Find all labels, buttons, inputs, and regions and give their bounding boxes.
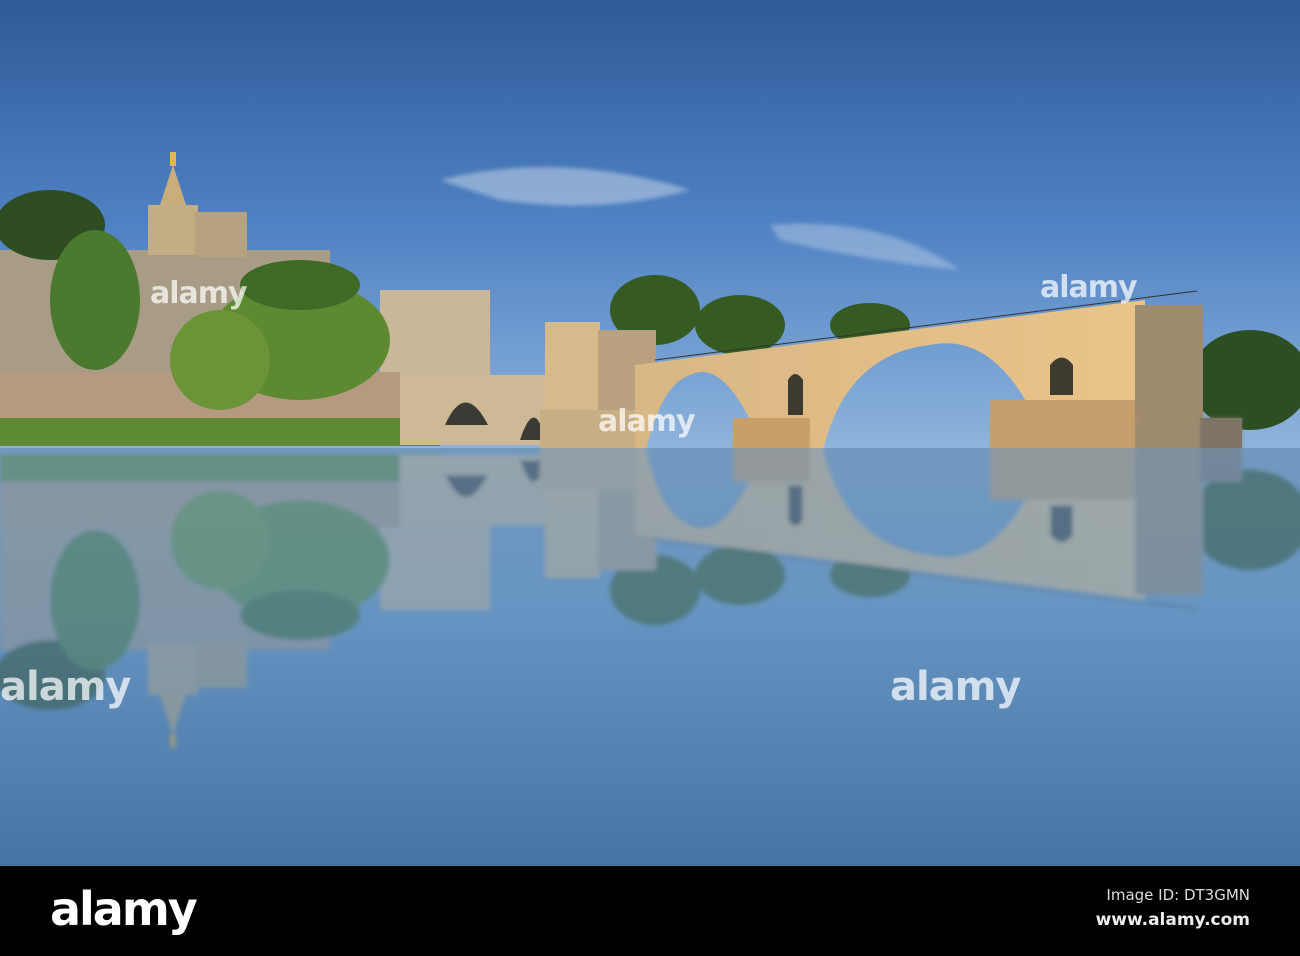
image-id: Image ID: DT3GMN: [1106, 886, 1250, 904]
watermark-text: alamy: [598, 404, 696, 439]
alamy-logo: alamy: [50, 882, 198, 936]
stock-photo: alamy alamy alamy alamy alamy alamy Imag…: [0, 0, 1300, 956]
watermark-text: alamy: [150, 276, 248, 311]
website-link[interactable]: www.alamy.com: [1096, 910, 1250, 930]
footer-bar: alamy Image ID: DT3GMN www.alamy.com: [0, 866, 1300, 956]
watermark-text: alamy: [0, 664, 131, 710]
watermark-text: alamy: [890, 664, 1021, 710]
watermark-text: alamy: [1040, 270, 1138, 305]
